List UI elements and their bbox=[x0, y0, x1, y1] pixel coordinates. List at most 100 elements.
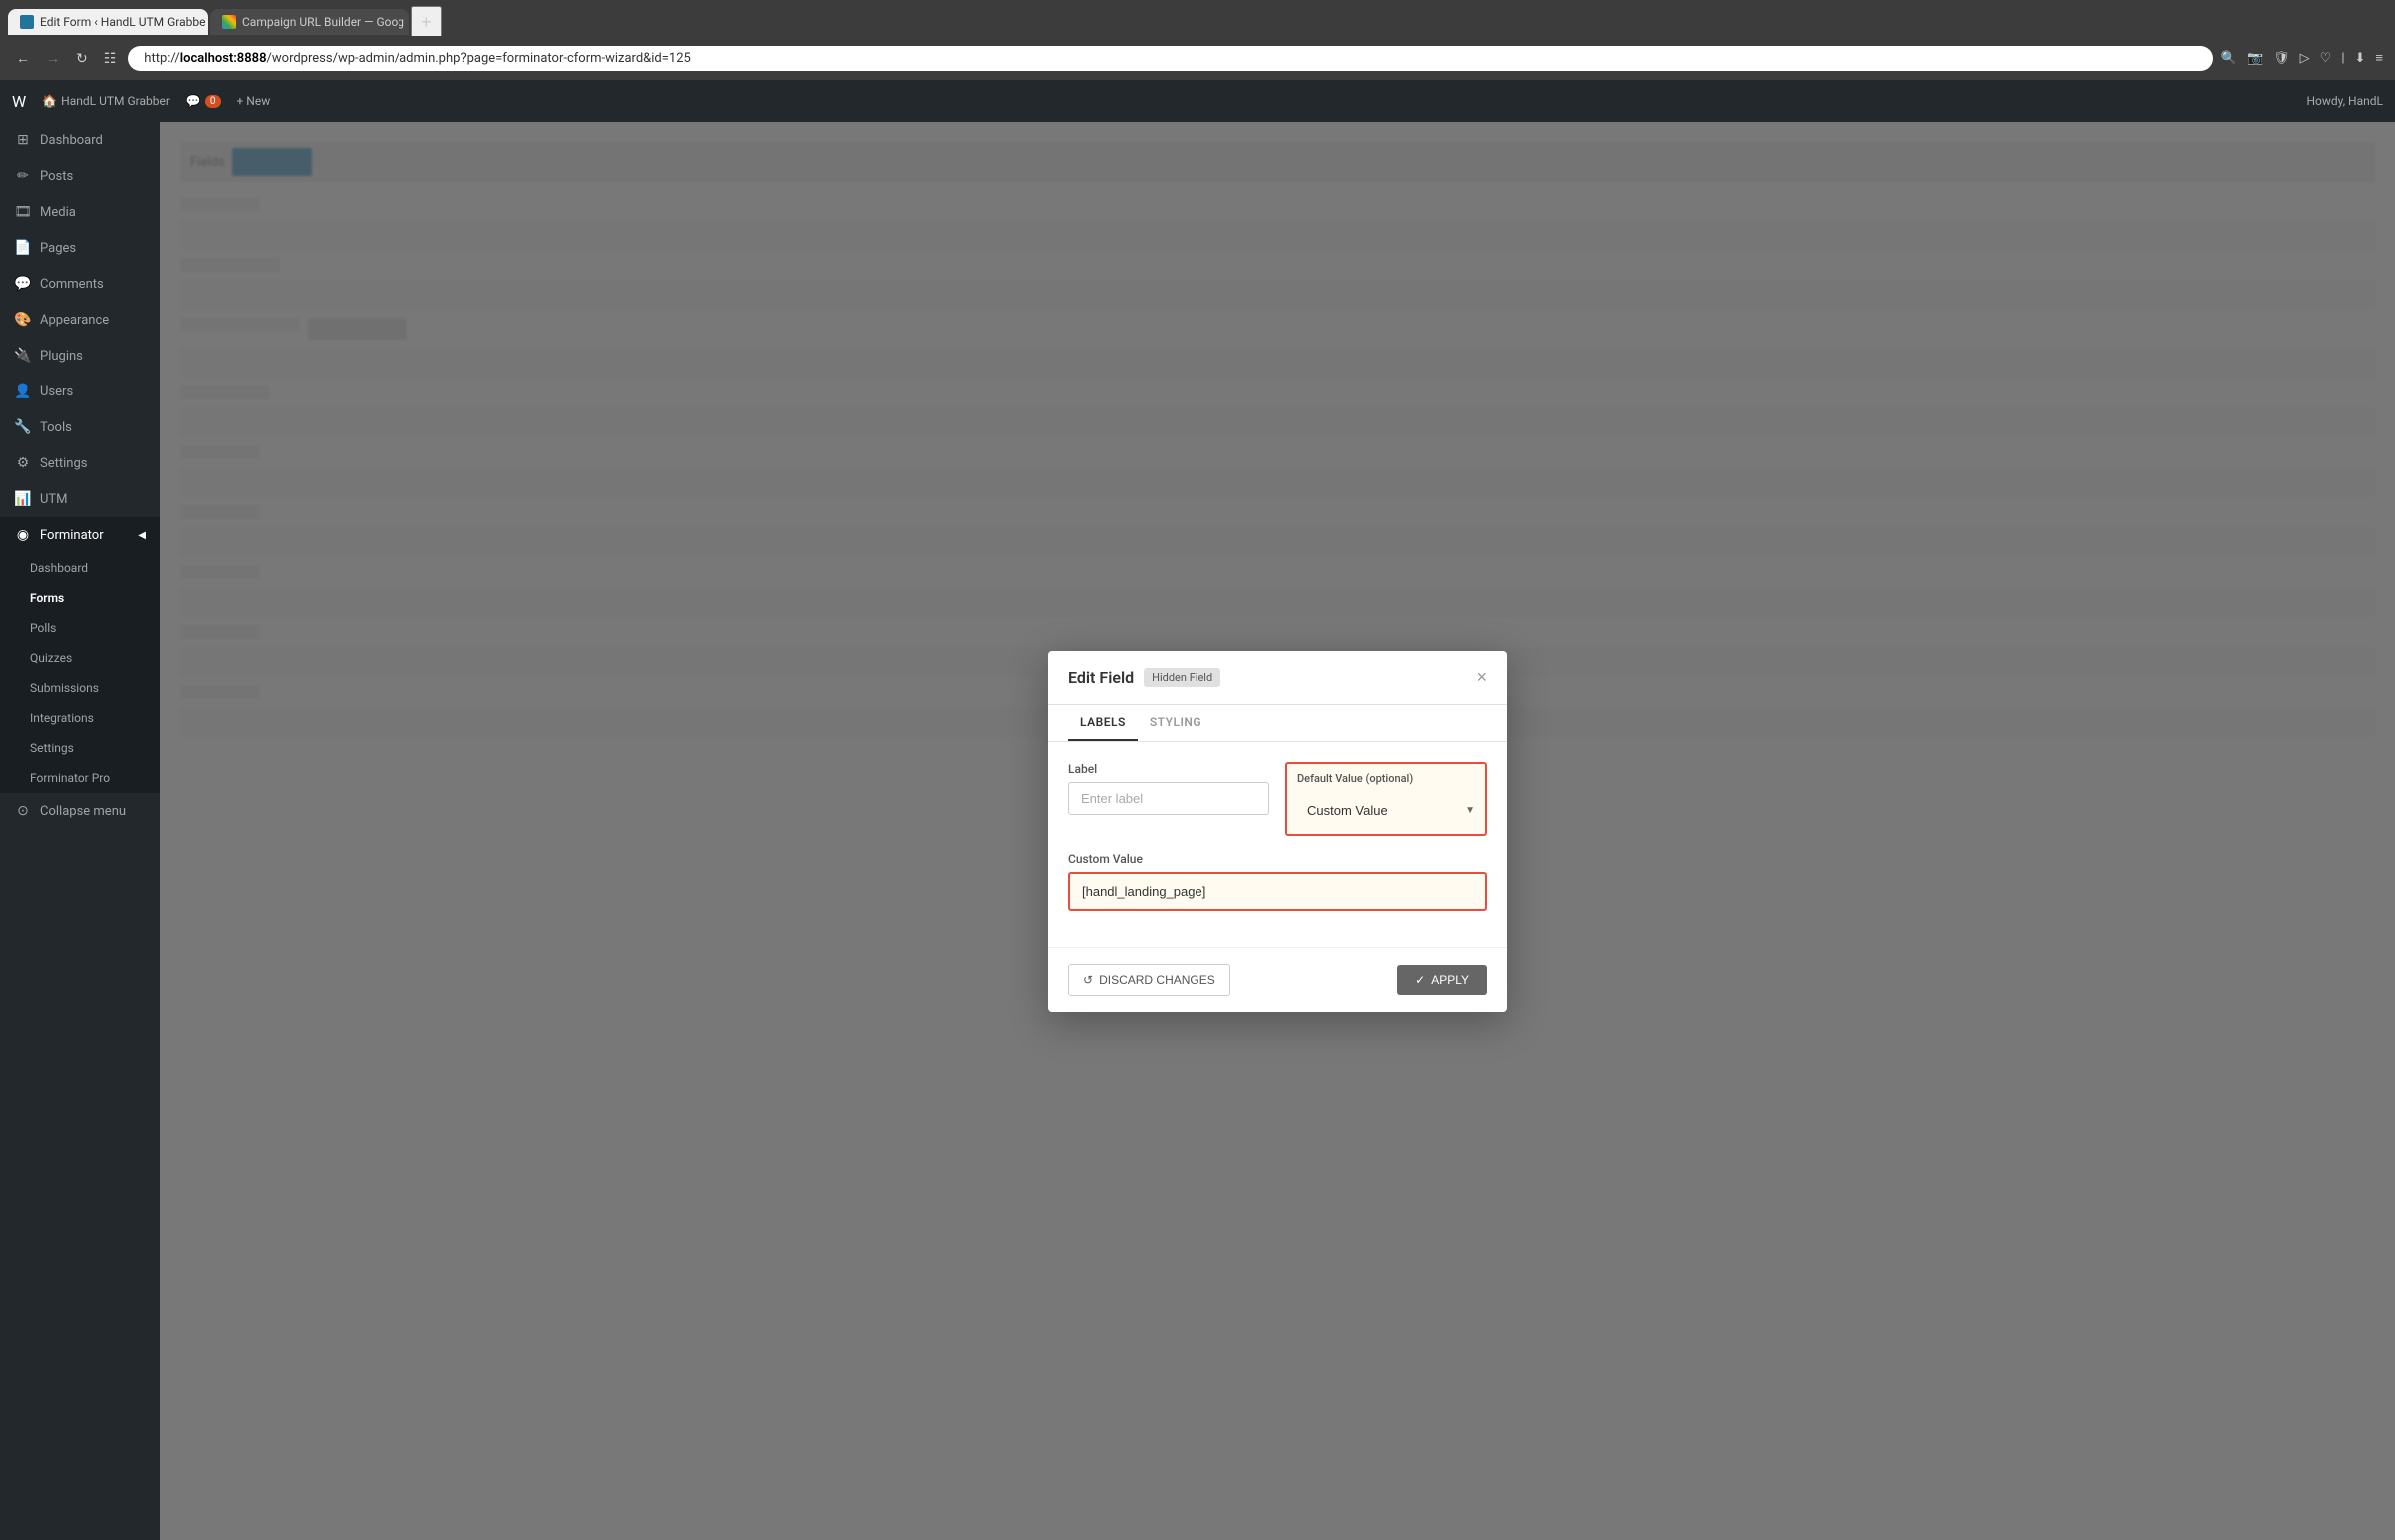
address-bar[interactable]: http://localhost:8888/wordpress/wp-admin… bbox=[128, 46, 2212, 71]
label-input[interactable] bbox=[1068, 782, 1269, 815]
sub-label-dashboard: Dashboard bbox=[30, 561, 88, 575]
media-icon: 🎞 bbox=[14, 204, 32, 220]
tab-favicon-1 bbox=[20, 15, 34, 29]
send-icon[interactable]: ▷ bbox=[2300, 51, 2310, 66]
sidebar-label-tools: Tools bbox=[40, 420, 72, 435]
sub-label-forminator-pro: Forminator Pro bbox=[30, 771, 110, 785]
address-text: http://localhost:8888/wordpress/wp-admin… bbox=[144, 51, 691, 66]
sidebar-item-tools[interactable]: 🔧 Tools bbox=[0, 409, 160, 445]
sidebar-item-comments[interactable]: 💬 Comments bbox=[0, 266, 160, 302]
wp-admin-bar: W 🏠 HandL UTM Grabber 💬 0 + New Howdy, H… bbox=[0, 80, 2395, 122]
modal-body: Label Default Value (optional) Custom Va… bbox=[1048, 742, 1507, 947]
wp-layout: ⊞ Dashboard ✏ Posts 🎞 Media 📄 Pages 💬 Co… bbox=[0, 122, 2395, 1540]
sub-label-submissions: Submissions bbox=[30, 681, 99, 695]
forminator-arrow: ◀ bbox=[138, 530, 146, 541]
admin-bar-site[interactable]: 🏠 HandL UTM Grabber bbox=[42, 94, 170, 108]
admin-bar-comments[interactable]: 💬 0 bbox=[186, 94, 221, 108]
tab-label-1: Edit Form ‹ HandL UTM Grabbe bbox=[40, 15, 206, 29]
tools-icon: 🔧 bbox=[14, 419, 32, 435]
tab-styling[interactable]: STYLING bbox=[1138, 705, 1213, 741]
admin-bar-user[interactable]: Howdy, HandL bbox=[2306, 94, 2383, 108]
sidebar-item-appearance[interactable]: 🎨 Appearance bbox=[0, 302, 160, 338]
forminator-submenu: Dashboard Forms Polls Quizzes Submission… bbox=[0, 553, 160, 793]
plugins-icon: 🔌 bbox=[14, 348, 32, 364]
browser-tab-2[interactable]: Campaign URL Builder — Goog × bbox=[210, 9, 409, 35]
sidebar-item-pages[interactable]: 📄 Pages bbox=[0, 230, 160, 266]
sub-label-settings: Settings bbox=[30, 741, 74, 755]
apply-check-icon: ✓ bbox=[1415, 973, 1425, 987]
discard-icon: ↺ bbox=[1083, 973, 1093, 987]
sub-item-dashboard[interactable]: Dashboard bbox=[0, 553, 160, 583]
default-value-label: Default Value (optional) bbox=[1287, 764, 1485, 789]
sub-label-quizzes: Quizzes bbox=[30, 651, 72, 665]
shield-icon[interactable]: 🛡 bbox=[2273, 51, 2290, 66]
browser-tab-1[interactable]: Edit Form ‹ HandL UTM Grabbe × bbox=[8, 9, 208, 35]
default-value-field-group: Default Value (optional) Custom Value GE… bbox=[1285, 762, 1487, 836]
new-tab-button[interactable]: + bbox=[411, 6, 442, 39]
sub-item-quizzes[interactable]: Quizzes bbox=[0, 643, 160, 673]
sidebar-item-utm[interactable]: 📊 UTM bbox=[0, 481, 160, 517]
sidebar-label-comments: Comments bbox=[40, 277, 104, 292]
sidebar-label-dashboard: Dashboard bbox=[40, 133, 103, 148]
howdy-label: Howdy, HandL bbox=[2306, 94, 2383, 108]
home-button[interactable]: ☷ bbox=[100, 46, 121, 71]
sub-item-forms[interactable]: Forms bbox=[0, 583, 160, 613]
sub-item-forminator-pro[interactable]: Forminator Pro bbox=[0, 763, 160, 793]
default-value-select-wrapper: Custom Value GET Parameter Cookie Value … bbox=[1287, 795, 1485, 826]
label-field-label: Label bbox=[1068, 762, 1269, 776]
sidebar-item-posts[interactable]: ✏ Posts bbox=[0, 158, 160, 194]
default-value-select[interactable]: Custom Value GET Parameter Cookie Value … bbox=[1297, 795, 1475, 826]
back-button[interactable]: ← bbox=[12, 46, 34, 70]
sidebar-label-pages: Pages bbox=[40, 241, 76, 256]
sub-item-settings[interactable]: Settings bbox=[0, 733, 160, 763]
modal-footer: ↺ DISCARD CHANGES ✓ APPLY bbox=[1048, 947, 1507, 1012]
sidebar-label-media: Media bbox=[40, 205, 76, 220]
sidebar-item-dashboard[interactable]: ⊞ Dashboard bbox=[0, 122, 160, 158]
sidebar-label-forminator: Forminator bbox=[40, 528, 104, 543]
comment-icon: 💬 bbox=[186, 94, 201, 108]
sub-item-submissions[interactable]: Submissions bbox=[0, 673, 160, 703]
discard-changes-button[interactable]: ↺ DISCARD CHANGES bbox=[1068, 964, 1230, 996]
tab-favicon-2 bbox=[222, 15, 236, 29]
sub-item-integrations[interactable]: Integrations bbox=[0, 703, 160, 733]
modal-tabs: LABELS STYLING bbox=[1048, 705, 1507, 742]
sidebar-label-posts: Posts bbox=[40, 169, 73, 184]
menu-icon[interactable]: ≡ bbox=[2375, 50, 2383, 66]
sidebar-item-media[interactable]: 🎞 Media bbox=[0, 194, 160, 230]
apply-button[interactable]: ✓ APPLY bbox=[1397, 965, 1487, 995]
reload-button[interactable]: ↻ bbox=[72, 46, 92, 71]
forward-button[interactable]: → bbox=[42, 46, 64, 70]
custom-value-group: Custom Value bbox=[1068, 852, 1487, 911]
divider: | bbox=[2341, 51, 2344, 66]
collapse-label: Collapse menu bbox=[40, 804, 126, 819]
users-icon: 👤 bbox=[14, 384, 32, 399]
discard-label: DISCARD CHANGES bbox=[1099, 973, 1215, 987]
sidebar-label-utm: UTM bbox=[40, 492, 68, 507]
toolbar-icons: 🔍 📷 🛡 ▷ ♡ | ⬇ ≡ bbox=[2221, 50, 2383, 66]
modal-close-button[interactable]: × bbox=[1476, 667, 1487, 688]
apply-label: APPLY bbox=[1431, 973, 1469, 987]
wp-logo[interactable]: W bbox=[12, 92, 26, 111]
screenshot-icon[interactable]: 📷 bbox=[2247, 51, 2263, 66]
sidebar-label-plugins: Plugins bbox=[40, 349, 83, 364]
admin-bar-new[interactable]: + New bbox=[237, 94, 271, 108]
tab-labels[interactable]: LABELS bbox=[1068, 705, 1138, 741]
sidebar-item-forminator[interactable]: ◉ Forminator ◀ bbox=[0, 517, 160, 553]
site-name: HandL UTM Grabber bbox=[61, 94, 170, 108]
download-icon[interactable]: ⬇ bbox=[2355, 51, 2366, 66]
sidebar-item-users[interactable]: 👤 Users bbox=[0, 374, 160, 409]
tab-label-2: Campaign URL Builder — Goog bbox=[242, 15, 404, 29]
custom-value-input[interactable] bbox=[1068, 872, 1487, 911]
sidebar-item-plugins[interactable]: 🔌 Plugins bbox=[0, 338, 160, 374]
sidebar-item-settings[interactable]: ⚙ Settings bbox=[0, 445, 160, 481]
search-icon[interactable]: 🔍 bbox=[2221, 51, 2237, 66]
wp-main: Fields bbox=[160, 122, 2395, 1540]
forminator-icon: ◉ bbox=[14, 527, 32, 543]
heart-icon[interactable]: ♡ bbox=[2320, 51, 2332, 66]
sidebar-collapse[interactable]: ⊙ Collapse menu bbox=[0, 793, 160, 829]
sub-item-polls[interactable]: Polls bbox=[0, 613, 160, 643]
appearance-icon: 🎨 bbox=[14, 312, 32, 328]
custom-value-label: Custom Value bbox=[1068, 852, 1487, 866]
dashboard-icon: ⊞ bbox=[14, 132, 32, 148]
sidebar-label-appearance: Appearance bbox=[40, 313, 109, 328]
